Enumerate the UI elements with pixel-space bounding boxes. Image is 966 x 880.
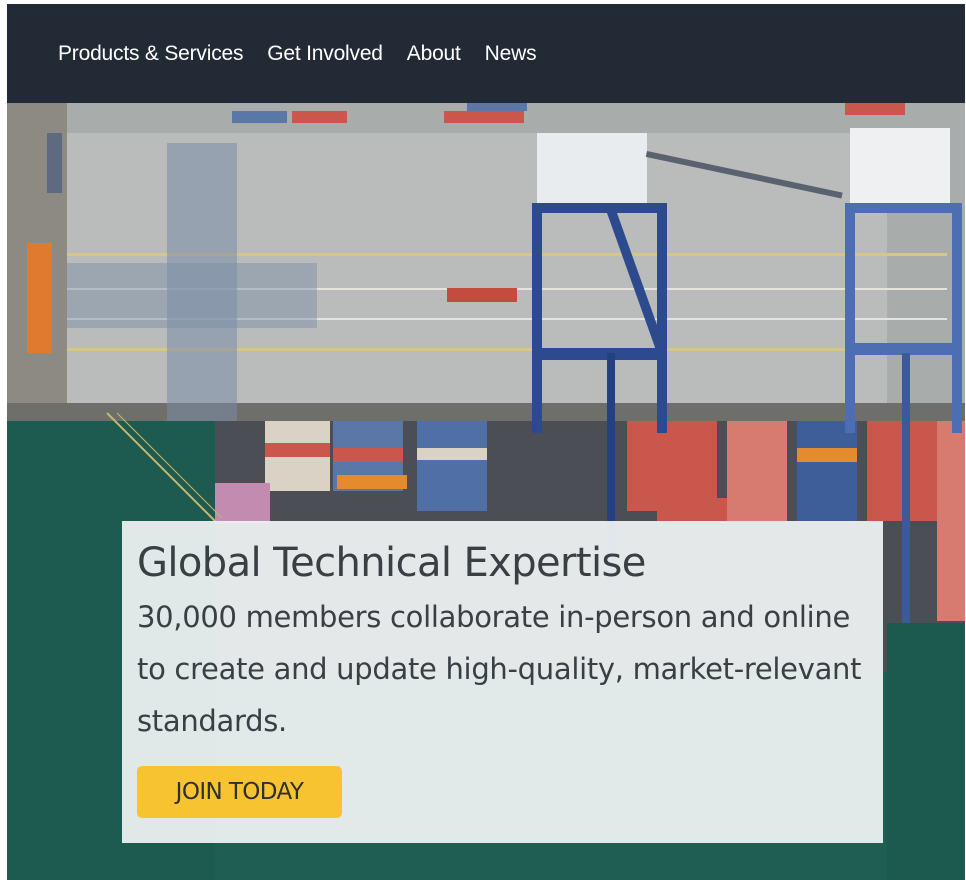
nav-products-services[interactable]: Products & Services: [58, 42, 243, 66]
join-today-button[interactable]: JOIN TODAY: [137, 766, 342, 818]
hero-banner: Global Technical Expertise 30,000 member…: [7, 103, 965, 880]
hero-description: 30,000 members collaborate in-person and…: [137, 600, 862, 738]
nav-get-involved[interactable]: Get Involved: [267, 42, 383, 66]
hero-card: Global Technical Expertise 30,000 member…: [122, 521, 883, 843]
nav-about[interactable]: About: [407, 42, 461, 66]
main-navigation: Products & Services Get Involved About N…: [7, 4, 965, 103]
page-frame: Products & Services Get Involved About N…: [7, 4, 965, 880]
nav-news[interactable]: News: [485, 42, 537, 66]
hero-title: Global Technical Expertise: [137, 540, 646, 586]
